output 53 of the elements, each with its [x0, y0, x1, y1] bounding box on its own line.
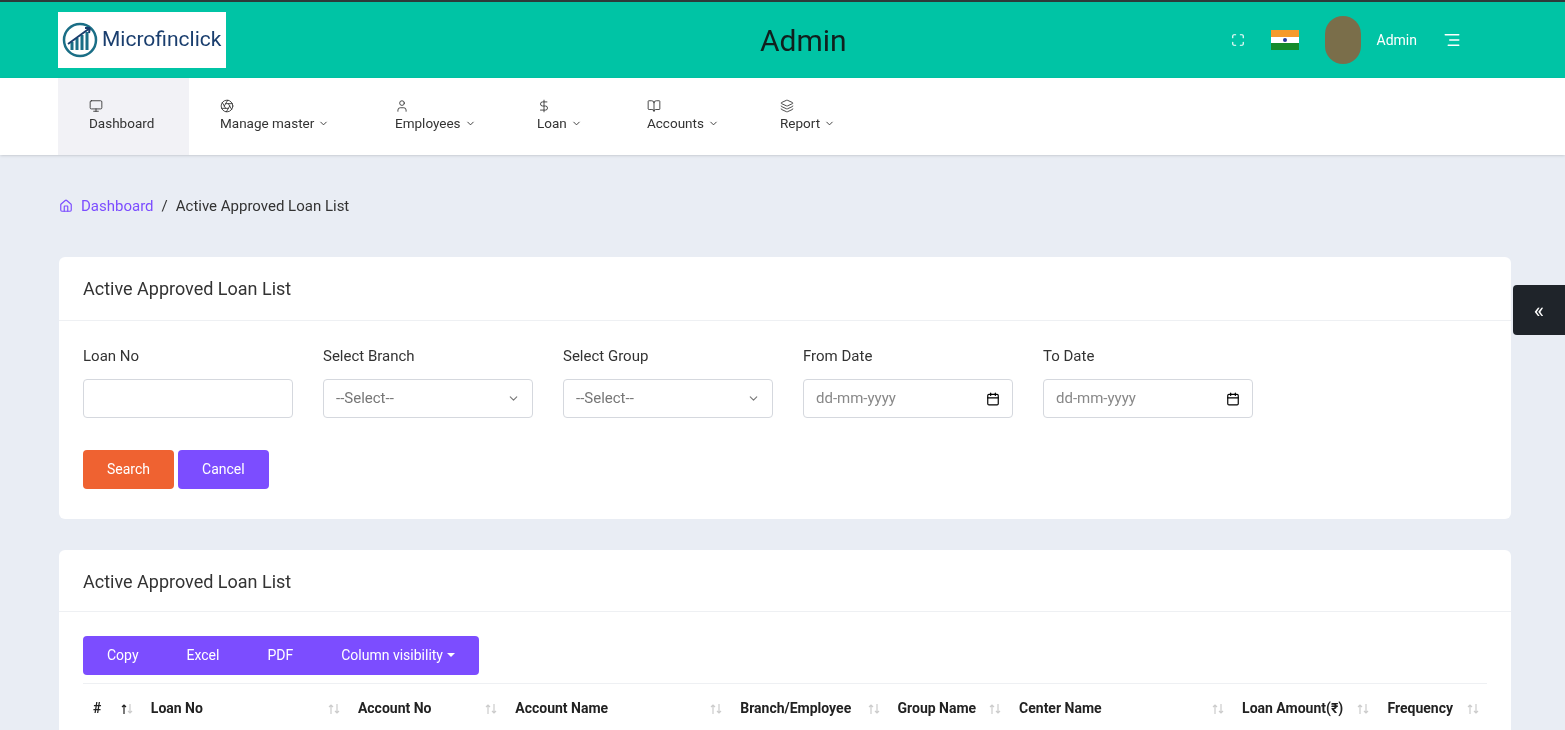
column-header[interactable]: Group Name	[887, 698, 1010, 719]
nav-item[interactable]: Accounts	[616, 78, 749, 155]
breadcrumb-separator: /	[161, 196, 168, 217]
logo-chart-icon	[62, 22, 98, 58]
logo[interactable]: Microfinclick	[58, 12, 226, 68]
column-header[interactable]: Loan No	[140, 698, 348, 719]
book-icon	[647, 99, 661, 114]
date-field[interactable]: dd-mm-yyyy	[803, 379, 1013, 418]
select-field[interactable]: --Select--	[563, 379, 773, 418]
column-header[interactable]: Loan Amount(₹)	[1232, 698, 1378, 719]
nav-item[interactable]: Manage master	[189, 78, 364, 155]
breadcrumb-link[interactable]: Dashboard	[81, 195, 154, 218]
field-label: From Date	[803, 345, 874, 367]
layers-icon	[780, 99, 794, 114]
field-label: To Date	[1043, 345, 1096, 367]
column-header[interactable]: Account Name	[505, 698, 731, 719]
select-field[interactable]: --Select--	[323, 379, 533, 418]
avatar[interactable]	[1324, 16, 1361, 64]
india-flag-icon[interactable]	[1270, 30, 1299, 50]
field-label: Select Group	[563, 345, 650, 367]
export-button[interactable]: PDF	[243, 635, 318, 675]
column-header[interactable]: #	[83, 698, 141, 719]
menu-icon[interactable]	[1443, 31, 1461, 49]
breadcrumb-current: Active Approved Loan List	[175, 196, 350, 217]
column-header[interactable]: Frequency	[1377, 698, 1488, 719]
export-button[interactable]: Column visibility	[317, 635, 479, 675]
field-label: Select Branch	[323, 345, 416, 367]
date-field[interactable]: dd-mm-yyyy	[1043, 379, 1253, 418]
card-title: Active Approved Loan List	[59, 256, 1511, 321]
export-button[interactable]: Excel	[162, 635, 244, 675]
aperture-icon	[220, 99, 234, 114]
export-button[interactable]: Copy	[83, 635, 163, 675]
calendar-icon	[1226, 391, 1240, 406]
column-header[interactable]: Center Name	[1009, 698, 1233, 719]
calendar-icon	[986, 391, 1000, 406]
field-label: Loan No	[83, 345, 141, 367]
nav-item[interactable]: Dashboard	[58, 78, 189, 155]
cancel-button[interactable]: Cancel	[178, 450, 269, 489]
monitor-icon	[89, 99, 103, 114]
home-icon	[59, 199, 73, 214]
nav-item[interactable]: Loan	[506, 78, 616, 155]
column-header[interactable]: Branch/Employee	[730, 698, 888, 719]
card-title: Active Approved Loan List	[59, 549, 1511, 612]
fullscreen-icon[interactable]	[1230, 33, 1245, 47]
nav-item[interactable]: Employees	[364, 78, 506, 155]
input-field[interactable]	[83, 379, 293, 418]
logo-text: Microfinclick	[102, 26, 222, 54]
user-icon	[395, 99, 409, 114]
sidebar-toggle[interactable]: «	[1513, 285, 1565, 335]
column-header[interactable]: Account No	[347, 698, 506, 719]
nav-item[interactable]: Report	[749, 78, 882, 155]
dollar-icon	[537, 99, 551, 114]
header-title: Admin	[759, 21, 847, 60]
